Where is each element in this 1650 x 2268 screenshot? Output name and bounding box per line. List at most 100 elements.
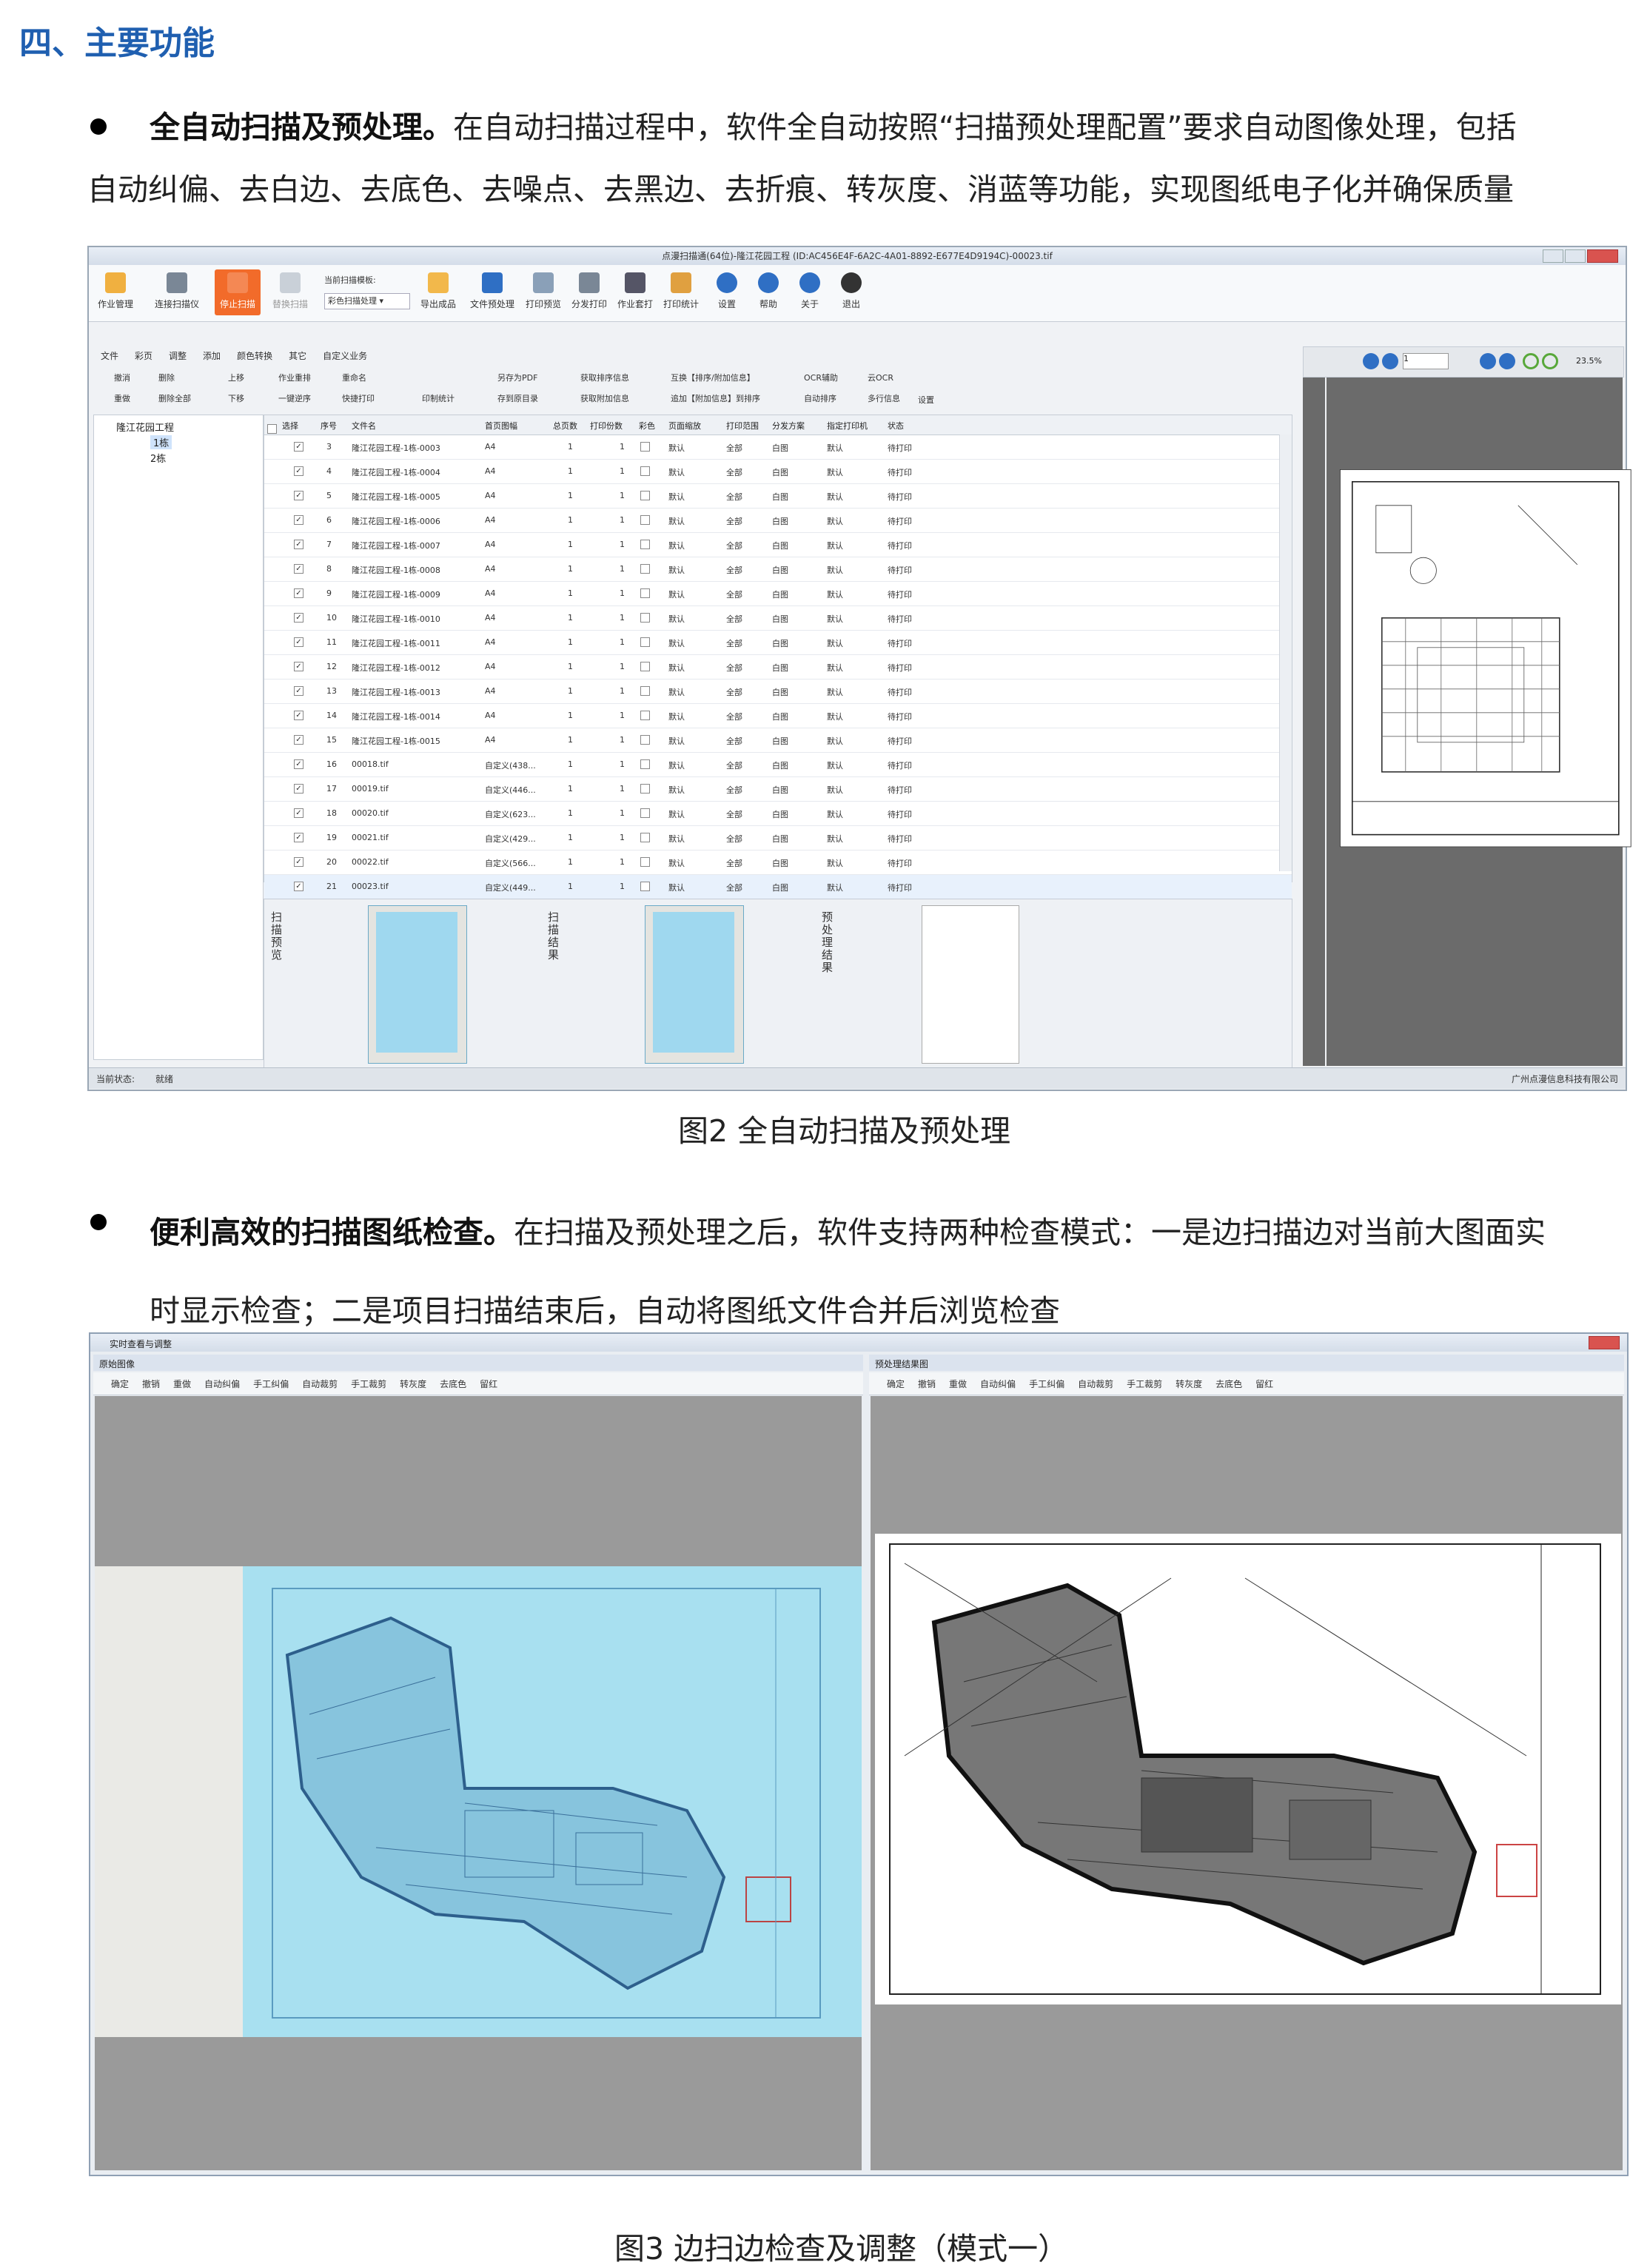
rotate-left-icon[interactable]: [1523, 353, 1539, 369]
select-checkbox[interactable]: ✓: [294, 784, 303, 794]
tab-color-convert[interactable]: 颜色转换: [237, 351, 272, 361]
row-color-checkbox[interactable]: [640, 686, 650, 696]
select-checkbox[interactable]: ✓: [294, 613, 303, 623]
select-checkbox[interactable]: ✓: [294, 564, 303, 574]
select-checkbox[interactable]: ✓: [294, 711, 303, 720]
auto-sort-button[interactable]: 自动排序: [804, 392, 836, 404]
row-color-checkbox[interactable]: [640, 662, 650, 671]
zoom-value[interactable]: 23.5%: [1576, 356, 1602, 366]
tree-root[interactable]: 隆江花园工程: [116, 420, 263, 434]
reverse-button[interactable]: 一键逆序: [278, 392, 311, 404]
row-color-checkbox[interactable]: [640, 808, 650, 818]
tree-item-1[interactable]: 1栋: [150, 435, 172, 449]
row-color-checkbox[interactable]: [640, 735, 650, 745]
table-row[interactable]: ✓ 17 00019.tif 自定义(446... 1 1 默认 全部 白图 默认 待打印: [264, 777, 1292, 802]
export-button[interactable]: 导出成品: [417, 269, 459, 315]
row-color-checkbox[interactable]: [640, 540, 650, 549]
append-info-button[interactable]: 追加【附加信息】到排序: [671, 392, 760, 404]
table-row[interactable]: ✓ 7 隆江花园工程-1栋-0007 A4 1 1 默认 全部 白图 默认 待打印: [264, 533, 1292, 557]
fig3-tool-8[interactable]: 去底色: [440, 1379, 466, 1389]
close-icon[interactable]: [1589, 1336, 1620, 1349]
move-down-button[interactable]: 下移: [228, 392, 244, 404]
fig3-tool-1[interactable]: 撤销: [142, 1379, 160, 1389]
first-page-icon[interactable]: [1363, 353, 1379, 369]
job-overprint-button[interactable]: 作业套打: [614, 269, 656, 315]
fig3-tool-0[interactable]: 确定: [111, 1379, 129, 1389]
delete-all-button[interactable]: 删除全部: [158, 392, 191, 404]
close-icon[interactable]: [1587, 249, 1618, 263]
processed-image[interactable]: [875, 1534, 1621, 2004]
row-color-checkbox[interactable]: [640, 564, 650, 574]
page-input[interactable]: 1: [1403, 353, 1449, 369]
cloud-ocr-button[interactable]: 云OCR: [868, 372, 893, 383]
fig3-tool-0[interactable]: 确定: [887, 1379, 905, 1389]
scan-preview-thumb[interactable]: [368, 905, 467, 1064]
table-row[interactable]: ✓ 6 隆江花园工程-1栋-0006 A4 1 1 默认 全部 白图 默认 待打印: [264, 509, 1292, 533]
fig3-tool-7[interactable]: 转灰度: [400, 1379, 426, 1389]
prev-page-icon[interactable]: [1382, 353, 1398, 369]
fig3-tool-6[interactable]: 手工裁剪: [1127, 1379, 1162, 1389]
multiline-checkbox[interactable]: 多行信息: [868, 392, 900, 404]
file-preprocess-button[interactable]: 文件预处理: [466, 269, 518, 315]
help-button[interactable]: 帮助: [748, 269, 789, 315]
redo-button[interactable]: 重做: [114, 392, 130, 404]
row-color-checkbox[interactable]: [640, 491, 650, 500]
next-page-icon[interactable]: [1480, 353, 1496, 369]
settings-small-button[interactable]: 设置: [918, 394, 934, 406]
delete-button[interactable]: 删除: [158, 372, 175, 383]
table-row[interactable]: ✓ 20 00022.tif 自定义(566... 1 1 默认 全部 白图 默认 待打印: [264, 850, 1292, 875]
move-up-button[interactable]: 上移: [228, 372, 244, 383]
table-row[interactable]: ✓ 13 隆江花园工程-1栋-0013 A4 1 1 默认 全部 白图 默认 待打印: [264, 680, 1292, 704]
table-row[interactable]: ✓ 11 隆江花园工程-1栋-0011 A4 1 1 默认 全部 白图 默认 待打印: [264, 631, 1292, 655]
scan-result-thumb[interactable]: [645, 905, 744, 1064]
row-color-checkbox[interactable]: [640, 613, 650, 623]
fig3-tool-3[interactable]: 自动纠偏: [204, 1379, 240, 1389]
row-color-checkbox[interactable]: [640, 637, 650, 647]
get-sort-info-button[interactable]: 获取排序信息: [580, 372, 629, 383]
table-row[interactable]: ✓ 19 00021.tif 自定义(429... 1 1 默认 全部 白图 默认 待打印: [264, 826, 1292, 850]
get-attach-info-button[interactable]: 获取附加信息: [580, 392, 629, 404]
select-checkbox[interactable]: ✓: [294, 637, 303, 647]
row-color-checkbox[interactable]: [640, 759, 650, 769]
row-color-checkbox[interactable]: [640, 711, 650, 720]
fig3-tool-2[interactable]: 重做: [173, 1379, 191, 1389]
select-checkbox[interactable]: ✓: [294, 759, 303, 769]
fig3-tool-3[interactable]: 自动纠偏: [980, 1379, 1016, 1389]
table-row[interactable]: ✓ 8 隆江花园工程-1栋-0008 A4 1 1 默认 全部 白图 默认 待打印: [264, 557, 1292, 582]
fig3-tool-9[interactable]: 留红: [1255, 1379, 1273, 1389]
connect-scanner-button[interactable]: 连接扫描仪: [151, 269, 203, 315]
table-row[interactable]: ✓ 3 隆江花园工程-1栋-0003 A4 1 1 默认 全部 白图 默认 待打印: [264, 435, 1292, 460]
print-stats-button[interactable]: 打印统计: [660, 269, 702, 315]
table-row[interactable]: ✓ 15 隆江花园工程-1栋-0015 A4 1 1 默认 全部 白图 默认 待打印: [264, 728, 1292, 753]
select-checkbox[interactable]: ✓: [294, 540, 303, 549]
fig3-tool-1[interactable]: 撤销: [918, 1379, 936, 1389]
fig3-tool-8[interactable]: 去底色: [1215, 1379, 1242, 1389]
replace-scan-button[interactable]: 替换扫描: [269, 269, 311, 315]
select-checkbox[interactable]: ✓: [294, 882, 303, 891]
table-row[interactable]: ✓ 10 隆江花园工程-1栋-0010 A4 1 1 默认 全部 白图 默认 待打印: [264, 606, 1292, 631]
table-row[interactable]: ✓ 18 00020.tif 自定义(623... 1 1 默认 全部 白图 默认 待打印: [264, 802, 1292, 826]
tab-custom[interactable]: 自定义业务: [323, 351, 367, 361]
print-stats-small-button[interactable]: 印制统计: [422, 392, 455, 404]
table-row[interactable]: ✓ 14 隆江花园工程-1栋-0014 A4 1 1 默认 全部 白图 默认 待打印: [264, 704, 1292, 728]
rearrange-button[interactable]: 作业重排: [278, 372, 311, 383]
ocr-assist-button[interactable]: OCR辅助: [804, 372, 838, 383]
tab-adjust[interactable]: 调整: [169, 351, 187, 361]
settings-button[interactable]: 设置: [706, 269, 748, 315]
exit-button[interactable]: 退出: [831, 269, 872, 315]
tab-other[interactable]: 其它: [289, 351, 306, 361]
row-color-checkbox[interactable]: [640, 515, 650, 525]
fig3-tool-5[interactable]: 自动裁剪: [302, 1379, 338, 1389]
stop-scan-button[interactable]: 停止扫描: [215, 269, 261, 315]
fig3-tool-7[interactable]: 转灰度: [1176, 1379, 1202, 1389]
select-checkbox[interactable]: ✓: [294, 857, 303, 867]
select-checkbox[interactable]: ✓: [294, 588, 303, 598]
undo-button[interactable]: 撤消: [114, 372, 130, 383]
template-select[interactable]: 彩色扫描处理 ▾: [324, 293, 410, 309]
swap-button[interactable]: 互换【排序/附加信息】: [671, 372, 755, 383]
row-color-checkbox[interactable]: [640, 857, 650, 867]
row-color-checkbox[interactable]: [640, 784, 650, 794]
distribute-print-button[interactable]: 分发打印: [569, 269, 610, 315]
rename-button[interactable]: 重命名: [342, 372, 366, 383]
table-row[interactable]: ✓ 12 隆江花园工程-1栋-0012 A4 1 1 默认 全部 白图 默认 待打印: [264, 655, 1292, 680]
